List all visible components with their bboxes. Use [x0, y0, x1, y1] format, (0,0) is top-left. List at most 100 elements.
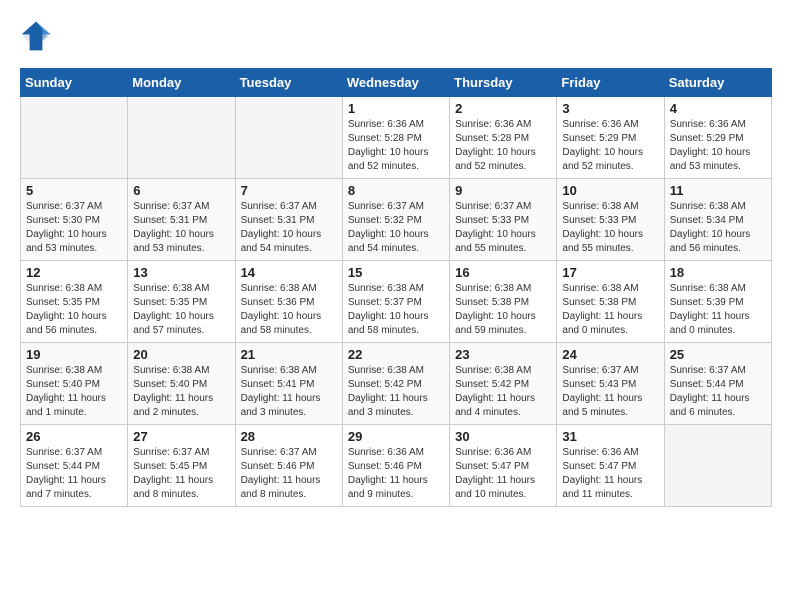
day-info: Sunrise: 6:36 AM Sunset: 5:47 PM Dayligh…	[455, 446, 551, 502]
day-info: Sunrise: 6:38 AM Sunset: 5:40 PM Dayligh…	[133, 364, 229, 420]
day-number: 15	[348, 265, 444, 280]
day-info: Sunrise: 6:38 AM Sunset: 5:35 PM Dayligh…	[26, 282, 122, 338]
day-number: 16	[455, 265, 551, 280]
day-info: Sunrise: 6:37 AM Sunset: 5:46 PM Dayligh…	[241, 446, 337, 502]
day-number: 12	[26, 265, 122, 280]
day-number: 13	[133, 265, 229, 280]
day-info: Sunrise: 6:38 AM Sunset: 5:36 PM Dayligh…	[241, 282, 337, 338]
calendar-week-row: 12 Sunrise: 6:38 AM Sunset: 5:35 PM Dayli…	[21, 261, 772, 343]
calendar-cell: 3 Sunrise: 6:36 AM Sunset: 5:29 PM Daylig…	[557, 97, 664, 179]
calendar-cell: 4 Sunrise: 6:36 AM Sunset: 5:29 PM Daylig…	[664, 97, 771, 179]
calendar-cell: 11 Sunrise: 6:38 AM Sunset: 5:34 PM Dayli…	[664, 179, 771, 261]
day-number: 31	[562, 429, 658, 444]
day-number: 7	[241, 183, 337, 198]
calendar-cell: 2 Sunrise: 6:36 AM Sunset: 5:28 PM Daylig…	[450, 97, 557, 179]
calendar-week-row: 5 Sunrise: 6:37 AM Sunset: 5:30 PM Daylig…	[21, 179, 772, 261]
calendar-cell: 19Sunrise: 6:38 AM Sunset: 5:40 PM Dayli…	[21, 343, 128, 425]
day-info: Sunrise: 6:37 AM Sunset: 5:32 PM Dayligh…	[348, 200, 444, 256]
day-info: Sunrise: 6:36 AM Sunset: 5:46 PM Dayligh…	[348, 446, 444, 502]
day-info: Sunrise: 6:36 AM Sunset: 5:29 PM Dayligh…	[562, 118, 658, 174]
calendar-cell: 21 Sunrise: 6:38 AM Sunset: 5:41 PM Dayli…	[235, 343, 342, 425]
day-info: Sunrise: 6:36 AM Sunset: 5:28 PM Dayligh…	[455, 118, 551, 174]
day-number: 28	[241, 429, 337, 444]
logo-icon	[20, 20, 52, 52]
calendar-cell: 12 Sunrise: 6:38 AM Sunset: 5:35 PM Dayli…	[21, 261, 128, 343]
day-info: Sunrise: 6:38 AM Sunset: 5:42 PM Dayligh…	[348, 364, 444, 420]
calendar-header-sunday: Sunday	[21, 69, 128, 97]
day-info: Sunrise: 6:38 AM Sunset: 5:34 PM Dayligh…	[670, 200, 766, 256]
calendar-cell: 1Sunrise: 6:36 AM Sunset: 5:28 PM Daylig…	[342, 97, 449, 179]
logo	[20, 20, 58, 52]
day-info: Sunrise: 6:38 AM Sunset: 5:42 PM Dayligh…	[455, 364, 551, 420]
calendar-header-wednesday: Wednesday	[342, 69, 449, 97]
calendar-header-row: SundayMondayTuesdayWednesdayThursdayFrid…	[21, 69, 772, 97]
day-info: Sunrise: 6:37 AM Sunset: 5:44 PM Dayligh…	[670, 364, 766, 420]
day-number: 25	[670, 347, 766, 362]
calendar-cell	[664, 425, 771, 507]
calendar-cell: 13 Sunrise: 6:38 AM Sunset: 5:35 PM Dayli…	[128, 261, 235, 343]
day-info: Sunrise: 6:38 AM Sunset: 5:41 PM Dayligh…	[241, 364, 337, 420]
day-number: 29	[348, 429, 444, 444]
day-number: 10	[562, 183, 658, 198]
calendar-cell: 16 Sunrise: 6:38 AM Sunset: 5:38 PM Dayli…	[450, 261, 557, 343]
calendar-cell: 22 Sunrise: 6:38 AM Sunset: 5:42 PM Dayli…	[342, 343, 449, 425]
day-number: 19	[26, 347, 122, 362]
day-info: Sunrise: 6:36 AM Sunset: 5:47 PM Dayligh…	[562, 446, 658, 502]
calendar-cell: 28 Sunrise: 6:37 AM Sunset: 5:46 PM Dayli…	[235, 425, 342, 507]
calendar-header-tuesday: Tuesday	[235, 69, 342, 97]
calendar-cell: 20 Sunrise: 6:38 AM Sunset: 5:40 PM Dayli…	[128, 343, 235, 425]
calendar-cell: 25 Sunrise: 6:37 AM Sunset: 5:44 PM Dayli…	[664, 343, 771, 425]
calendar-cell	[21, 97, 128, 179]
calendar-cell: 5 Sunrise: 6:37 AM Sunset: 5:30 PM Daylig…	[21, 179, 128, 261]
calendar-header-thursday: Thursday	[450, 69, 557, 97]
day-number: 3	[562, 101, 658, 116]
day-info: Sunrise: 6:37 AM Sunset: 5:31 PM Dayligh…	[241, 200, 337, 256]
calendar-week-row: 26Sunrise: 6:37 AM Sunset: 5:44 PM Dayli…	[21, 425, 772, 507]
day-number: 5	[26, 183, 122, 198]
day-number: 27	[133, 429, 229, 444]
day-info: Sunrise: 6:36 AM Sunset: 5:29 PM Dayligh…	[670, 118, 766, 174]
calendar-cell: 27 Sunrise: 6:37 AM Sunset: 5:45 PM Dayli…	[128, 425, 235, 507]
day-info: Sunrise: 6:37 AM Sunset: 5:31 PM Dayligh…	[133, 200, 229, 256]
calendar-cell: 17Sunrise: 6:38 AM Sunset: 5:38 PM Dayli…	[557, 261, 664, 343]
calendar-cell: 8 Sunrise: 6:37 AM Sunset: 5:32 PM Daylig…	[342, 179, 449, 261]
day-number: 30	[455, 429, 551, 444]
day-info: Sunrise: 6:38 AM Sunset: 5:37 PM Dayligh…	[348, 282, 444, 338]
day-number: 22	[348, 347, 444, 362]
calendar-header-monday: Monday	[128, 69, 235, 97]
day-info: Sunrise: 6:37 AM Sunset: 5:43 PM Dayligh…	[562, 364, 658, 420]
calendar-cell: 24 Sunrise: 6:37 AM Sunset: 5:43 PM Dayli…	[557, 343, 664, 425]
calendar-cell: 15 Sunrise: 6:38 AM Sunset: 5:37 PM Dayli…	[342, 261, 449, 343]
page-header	[20, 20, 772, 52]
day-info: Sunrise: 6:37 AM Sunset: 5:30 PM Dayligh…	[26, 200, 122, 256]
day-number: 11	[670, 183, 766, 198]
day-number: 4	[670, 101, 766, 116]
calendar-header-saturday: Saturday	[664, 69, 771, 97]
calendar-table: SundayMondayTuesdayWednesdayThursdayFrid…	[20, 68, 772, 507]
day-number: 18	[670, 265, 766, 280]
calendar-cell: 7 Sunrise: 6:37 AM Sunset: 5:31 PM Daylig…	[235, 179, 342, 261]
calendar-cell: 9Sunrise: 6:37 AM Sunset: 5:33 PM Daylig…	[450, 179, 557, 261]
day-info: Sunrise: 6:38 AM Sunset: 5:38 PM Dayligh…	[455, 282, 551, 338]
day-number: 14	[241, 265, 337, 280]
calendar-week-row: 19 Sunrise: 6:38 AM Sunset: 5:40 PM Dayli…	[21, 343, 772, 425]
calendar-week-row: 1Sunrise: 6:36 AM Sunset: 5:28 PM Daylig…	[21, 97, 772, 179]
day-info: Sunrise: 6:37 AM Sunset: 5:44 PM Dayligh…	[26, 446, 122, 502]
day-number: 2	[455, 101, 551, 116]
day-number: 24	[562, 347, 658, 362]
calendar-cell: 6 Sunrise: 6:37 AM Sunset: 5:31 PM Daylig…	[128, 179, 235, 261]
day-info: Sunrise: 6:37 AM Sunset: 5:45 PM Dayligh…	[133, 446, 229, 502]
calendar-cell: 14 Sunrise: 6:38 AM Sunset: 5:36 PM Dayli…	[235, 261, 342, 343]
calendar-cell: 29 Sunrise: 6:36 AM Sunset: 5:46 PM Dayli…	[342, 425, 449, 507]
calendar-cell: 26Sunrise: 6:37 AM Sunset: 5:44 PM Dayli…	[21, 425, 128, 507]
day-number: 21	[241, 347, 337, 362]
calendar-cell: 31 Sunrise: 6:36 AM Sunset: 5:47 PM Dayli…	[557, 425, 664, 507]
day-info: Sunrise: 6:38 AM Sunset: 5:35 PM Dayligh…	[133, 282, 229, 338]
day-info: Sunrise: 6:36 AM Sunset: 5:28 PM Dayligh…	[348, 118, 444, 174]
day-number: 6	[133, 183, 229, 198]
day-number: 23	[455, 347, 551, 362]
calendar-cell	[235, 97, 342, 179]
day-number: 9	[455, 183, 551, 198]
day-number: 8	[348, 183, 444, 198]
day-number: 20	[133, 347, 229, 362]
